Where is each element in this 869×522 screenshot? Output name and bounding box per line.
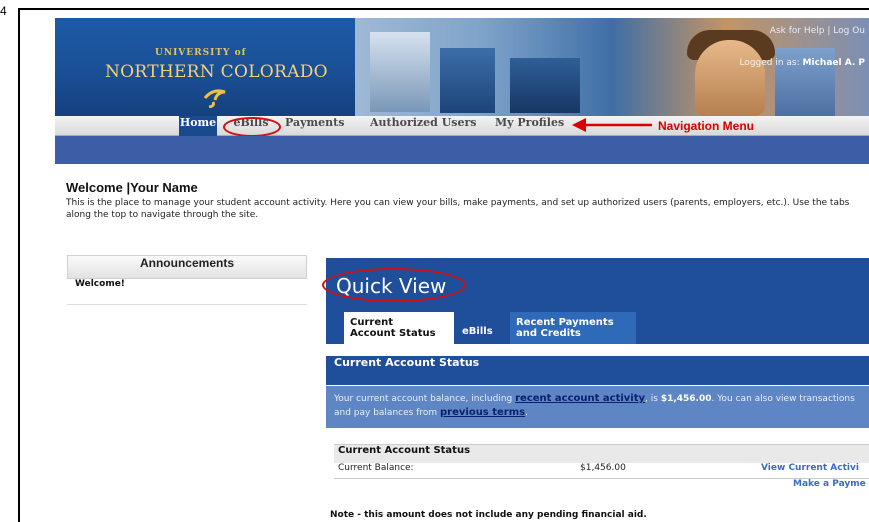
table-row: Current Balance: $1,456.00 View Current … bbox=[334, 463, 869, 479]
header-band bbox=[55, 136, 869, 164]
section-title: Current Account Status bbox=[326, 356, 869, 386]
welcome-heading: Welcome |Your Name bbox=[66, 180, 198, 195]
note-text: Note - this amount does not include any … bbox=[330, 510, 647, 520]
bear-swoosh-icon bbox=[203, 89, 226, 108]
page-border-top bbox=[18, 8, 869, 10]
balance-amount: $1,456.00 bbox=[660, 394, 712, 404]
top-links: Ask for Help | Log Ou bbox=[770, 26, 865, 36]
brand-panel: UNIVERSITY of NORTHERN COLORADO bbox=[55, 18, 355, 116]
tab-authorized-users[interactable]: Authorized Users bbox=[370, 116, 476, 136]
logged-in-prefix: Logged in as: bbox=[739, 58, 800, 68]
announcements-panel: Announcements Welcome! bbox=[67, 255, 307, 522]
account-status-table: Current Account Status Current Balance: … bbox=[334, 444, 869, 495]
student-photo bbox=[695, 40, 765, 116]
balance-label: Current Balance: bbox=[338, 463, 414, 473]
table-row: Make a Payme bbox=[334, 479, 869, 495]
table-header: Current Account Status bbox=[334, 445, 869, 463]
separator: | bbox=[827, 26, 831, 36]
page-number: 4 bbox=[0, 4, 7, 18]
balance-value: $1,456.00 bbox=[580, 463, 626, 473]
logged-in-status: Logged in as: Michael A. P bbox=[739, 58, 865, 68]
summary-text: Your current account balance, including bbox=[334, 394, 516, 404]
help-link[interactable]: Ask for Help bbox=[770, 26, 825, 36]
highlight-ellipse-ebills bbox=[223, 117, 281, 137]
welcome-name: Your Name bbox=[130, 180, 198, 195]
page-border-left bbox=[18, 8, 20, 522]
brand-subtitle: UNIVERSITY of bbox=[155, 48, 247, 58]
building-image bbox=[440, 48, 495, 113]
announcement-item: Welcome! bbox=[67, 279, 307, 305]
summary-text: . bbox=[525, 408, 528, 418]
tab-label-line2: and Credits bbox=[516, 328, 581, 339]
brand-logo-text[interactable]: NORTHERN COLORADO bbox=[105, 62, 328, 82]
tab-label-line1: Current bbox=[350, 317, 394, 328]
balance-summary: Your current account balance, including … bbox=[326, 386, 869, 428]
browser-content: UNIVERSITY of NORTHERN COLORADO Ask for … bbox=[30, 14, 869, 522]
announcements-title: Announcements bbox=[67, 255, 307, 279]
tab-label-line1: Recent Payments bbox=[516, 317, 614, 328]
annotation-label: Navigation Menu bbox=[658, 119, 755, 133]
view-current-activity-link[interactable]: View Current Activi bbox=[761, 463, 859, 473]
tab-recent-payments[interactable]: Recent Payments and Credits bbox=[510, 312, 636, 344]
tab-quick-ebills[interactable]: eBills bbox=[456, 312, 502, 344]
tab-label-line2: Account Status bbox=[350, 328, 436, 339]
annotation-arrow-icon bbox=[572, 118, 652, 132]
site-header: UNIVERSITY of NORTHERN COLORADO Ask for … bbox=[55, 18, 869, 116]
tab-current-account-status[interactable]: Current Account Status bbox=[344, 312, 454, 344]
logged-in-user: Michael A. P bbox=[802, 58, 865, 68]
building-image bbox=[510, 58, 580, 113]
welcome-word: Welcome bbox=[66, 180, 123, 195]
tab-my-profiles[interactable]: My Profiles bbox=[495, 116, 564, 136]
recent-activity-link[interactable]: recent account activity bbox=[515, 393, 645, 404]
tab-home[interactable]: Home bbox=[179, 116, 217, 136]
make-payment-link[interactable]: Make a Payme bbox=[793, 479, 866, 489]
highlight-ellipse-quick-view bbox=[322, 268, 466, 302]
tab-label-line1: eBills bbox=[462, 326, 493, 337]
tab-payments[interactable]: Payments bbox=[285, 116, 344, 136]
welcome-description: This is the place to manage your student… bbox=[66, 198, 850, 220]
previous-terms-link[interactable]: previous terms bbox=[440, 407, 525, 418]
building-image bbox=[370, 32, 430, 112]
summary-text: , is bbox=[645, 394, 661, 404]
logout-link[interactable]: Log Ou bbox=[833, 26, 865, 36]
